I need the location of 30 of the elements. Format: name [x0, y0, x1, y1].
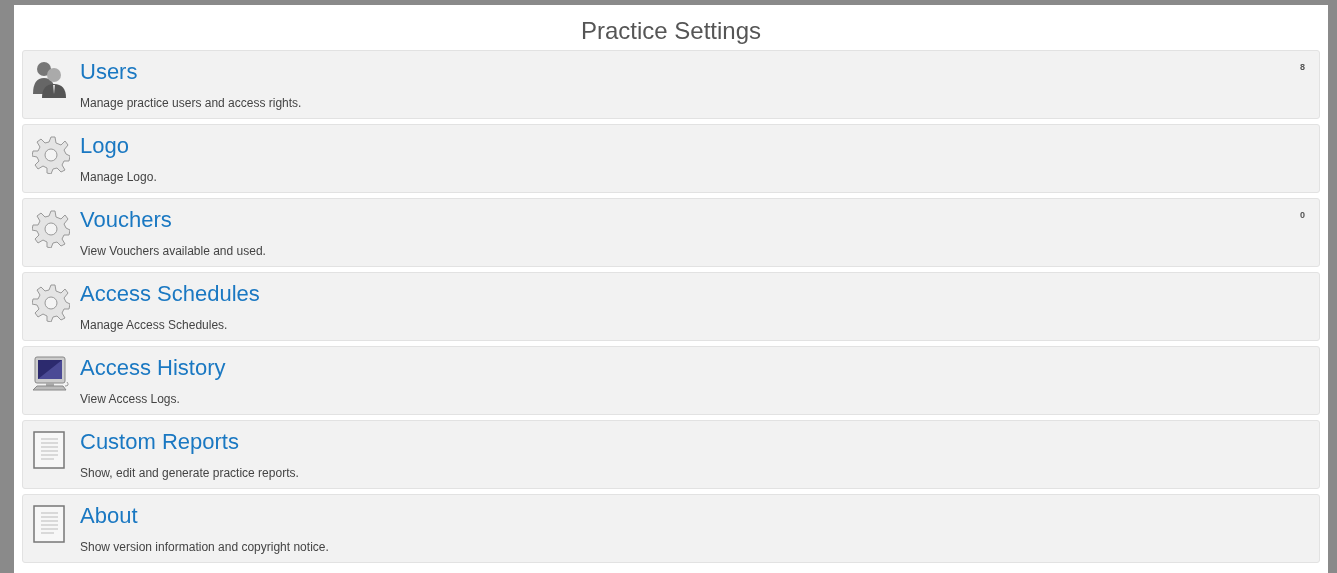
item-description: Show version information and copyright notice. [80, 539, 329, 555]
settings-item[interactable]: Access Schedules Manage Access Schedules. [22, 272, 1320, 341]
settings-item[interactable]: Custom Reports Show, edit and generate practice reports. [22, 420, 1320, 489]
settings-item[interactable]: Logo Manage Logo. [22, 124, 1320, 193]
item-title-link[interactable]: About [80, 503, 138, 529]
document-icon [32, 504, 66, 544]
item-description: Manage Access Schedules. [80, 317, 228, 333]
item-title-link[interactable]: Users [80, 59, 138, 85]
item-count: 0 [1300, 209, 1305, 222]
page-title: Practice Settings [580, 17, 762, 45]
item-title-link[interactable]: Custom Reports [80, 429, 239, 455]
item-title-link[interactable]: Logo [80, 133, 129, 159]
item-description: View Vouchers available and used. [80, 243, 266, 259]
settings-item[interactable]: About Show version information and copyright notice. [22, 494, 1320, 563]
item-description: Show, edit and generate practice reports. [80, 465, 299, 481]
item-description: Manage practice users and access rights. [80, 95, 302, 111]
settings-item[interactable]: Users Manage practice users and access rights. 8 [22, 50, 1320, 119]
item-description: View Access Logs. [80, 391, 180, 407]
item-title-link[interactable]: Vouchers [80, 207, 172, 233]
settings-item[interactable]: Access History View Access Logs. [22, 346, 1320, 415]
document-icon [32, 430, 66, 470]
item-description: Manage Logo. [80, 169, 157, 185]
settings-item[interactable]: Vouchers View Vouchers available and used. 0 [22, 198, 1320, 267]
gear-icon [32, 282, 70, 322]
item-count: 8 [1300, 61, 1305, 74]
item-title-link[interactable]: Access History [80, 355, 226, 381]
item-title-link[interactable]: Access Schedules [80, 281, 260, 307]
gear-icon [32, 208, 70, 248]
gear-icon [32, 134, 70, 174]
users-icon [32, 60, 68, 98]
